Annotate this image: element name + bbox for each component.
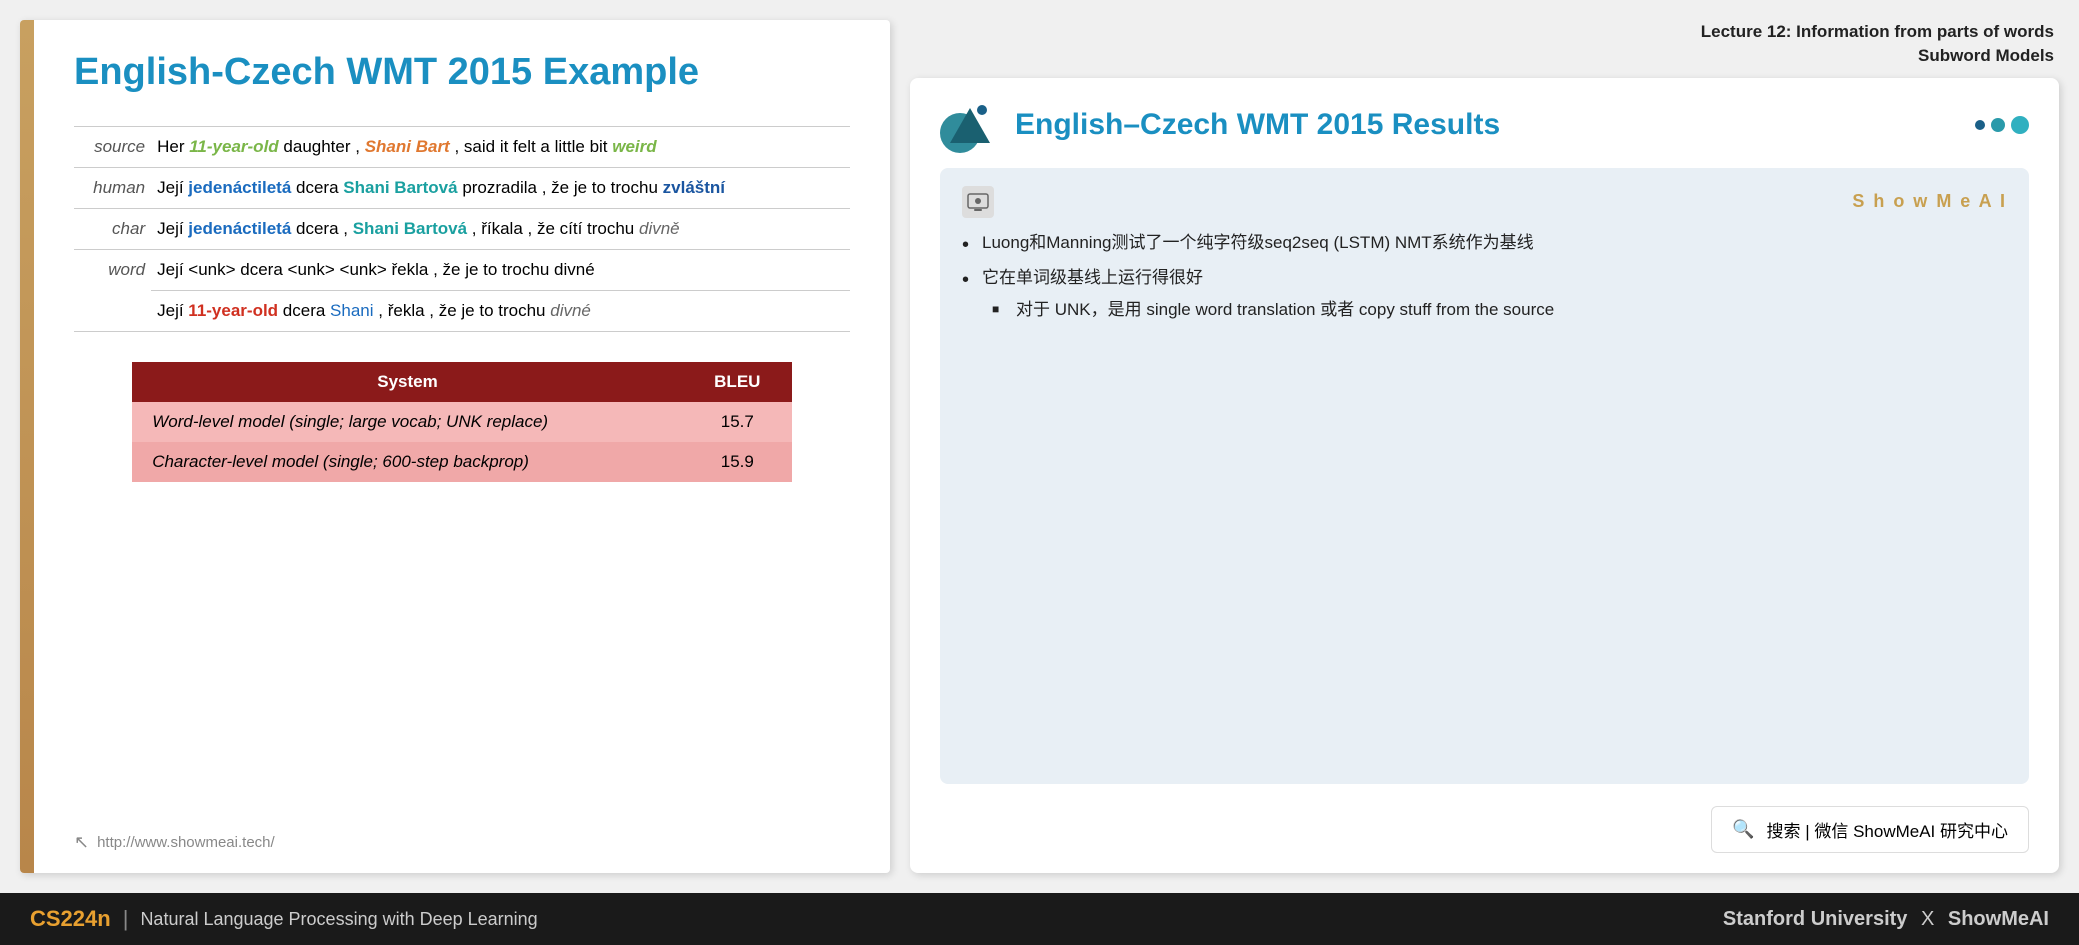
bottom-subtitle: Natural Language Processing with Deep Le…	[140, 909, 537, 930]
row-content-human: Její jedenáctiletá dcera Shani Bartová p…	[151, 167, 850, 208]
col-header-bleu: BLEU	[683, 362, 792, 402]
table-row-word2: Její 11-year-old dcera Shani , řekla , ž…	[74, 290, 850, 331]
bottom-left: CS224n | Natural Language Processing wit…	[30, 906, 538, 932]
dot-teal1	[1991, 118, 2005, 132]
table-row-char-model: Character-level model (single; 600-step …	[132, 442, 792, 482]
system-word-model: Word-level model (single; large vocab; U…	[132, 402, 683, 442]
left-content: English-Czech WMT 2015 Example source He…	[34, 20, 890, 873]
table-header-row: System BLEU	[132, 362, 792, 402]
slide-title: English-Czech WMT 2015 Example	[74, 50, 850, 96]
teal-shani-bartova-human: Shani Bartová	[343, 178, 457, 197]
dot-teal2	[2011, 116, 2029, 134]
showme-brand: S h o w M e A I	[1852, 191, 2007, 212]
bleu-char-model: 15.9	[683, 442, 792, 482]
sub-bullet-text-1: 对于 UNK，是用 single word translation 或者 cop…	[1016, 300, 1554, 319]
table-row-source: source Her 11-year-old daughter , Shani …	[74, 126, 850, 167]
bottom-bar: CS224n | Natural Language Processing wit…	[0, 893, 2079, 945]
italic-divne-char: divně	[639, 219, 680, 238]
row-content-word1: Její <unk> dcera <unk> <unk> řekla , že …	[151, 249, 850, 290]
blue-jedenactiletá-char: jedenáctiletá	[188, 219, 291, 238]
bullet-item-1: Luong和Manning测试了一个纯字符级seq2seq (LSTM) NMT…	[962, 230, 2007, 256]
row-content-source: Her 11-year-old daughter , Shani Bart , …	[151, 126, 850, 167]
system-char-model: Character-level model (single; 600-step …	[132, 442, 683, 482]
green-text-weird: weird	[612, 137, 656, 156]
footer-url: http://www.showmeai.tech/	[97, 834, 275, 851]
teal-shani-bartova-char: Shani Bartová	[353, 219, 467, 238]
orange-text-shanibart: Shani Bart	[365, 137, 450, 156]
lecture-line2: Subword Models	[910, 44, 2054, 68]
slide-header-right: English–Czech WMT 2015 Results	[940, 98, 2029, 153]
search-box-text: 搜索 | 微信 ShowMeAI 研究中心	[1766, 817, 2008, 842]
x-separator: X	[1921, 908, 1940, 930]
right-slide: English–Czech WMT 2015 Results	[910, 78, 2059, 873]
row-content-char: Její jedenáctiletá dcera , Shani Bartová…	[151, 208, 850, 249]
footer-link: ↖ http://www.showmeai.tech/	[74, 822, 850, 853]
results-table-wrapper: System BLEU Word-level model (single; la…	[74, 362, 850, 482]
showme-box: S h o w M e A I Luong和Manning测试了一个纯字符级se…	[940, 168, 2029, 784]
col-header-system: System	[132, 362, 683, 402]
left-panel: English-Czech WMT 2015 Example source He…	[20, 20, 890, 873]
dots-container	[1975, 116, 2029, 134]
cs-label: CS224n	[30, 906, 111, 932]
bullet-item-2: 它在单词级基线上运行得很好 对于 UNK，是用 single word tran…	[962, 265, 2007, 322]
showme-header: S h o w M e A I	[962, 186, 2007, 218]
right-panel: Lecture 12: Information from parts of wo…	[910, 20, 2059, 873]
row-label-word: word	[74, 249, 151, 331]
row-label-char: char	[74, 208, 151, 249]
table-row-word-model: Word-level model (single; large vocab; U…	[132, 402, 792, 442]
italic-divne-word: divné	[550, 301, 591, 320]
dark-blue-zvlastni: zvláštní	[663, 178, 725, 197]
right-slide-title: English–Czech WMT 2015 Results	[1015, 108, 1960, 142]
bullet-text-2: 它在单词级基线上运行得很好	[982, 268, 1203, 287]
lecture-header: Lecture 12: Information from parts of wo…	[910, 20, 2059, 68]
row-content-word2: Její 11-year-old dcera Shani , řekla , ž…	[151, 290, 850, 331]
sub-bullet-list: 对于 UNK，是用 single word translation 或者 cop…	[992, 297, 2007, 323]
bleu-word-model: 15.7	[683, 402, 792, 442]
results-table: System BLEU Word-level model (single; la…	[132, 362, 792, 482]
table-row-human: human Její jedenáctiletá dcera Shani Bar…	[74, 167, 850, 208]
lecture-line1: Lecture 12: Information from parts of wo…	[910, 20, 2054, 44]
separator: |	[123, 906, 129, 932]
table-row-char: char Její jedenáctiletá dcera , Shani Ba…	[74, 208, 850, 249]
bottom-right: Stanford University X ShowMeAI	[1723, 908, 2049, 931]
stanford-text: Stanford University	[1723, 908, 1907, 930]
sub-bullet-item-1: 对于 UNK，是用 single word translation 或者 cop…	[992, 297, 2007, 323]
content-area: English-Czech WMT 2015 Example source He…	[0, 0, 2079, 893]
search-box[interactable]: 🔍 搜索 | 微信 ShowMeAI 研究中心	[1711, 806, 2029, 853]
blue-jedenactiletá-human: jedenáctiletá	[188, 178, 291, 197]
dot-dark	[1975, 120, 1985, 130]
showme-ai-icon	[962, 186, 994, 218]
search-icon: 🔍	[1732, 819, 1754, 840]
main-container: English-Czech WMT 2015 Example source He…	[0, 0, 2079, 945]
showmeai-text: ShowMeAI	[1948, 908, 2049, 930]
row-label-human: human	[74, 167, 151, 208]
bullet-list: Luong和Manning测试了一个纯字符级seq2seq (LSTM) NMT…	[962, 230, 2007, 323]
red-11yearold: 11-year-old	[188, 301, 278, 320]
green-text-11yearold: 11-year-old	[189, 137, 278, 156]
cursor-icon: ↖	[74, 832, 89, 853]
row-label-source: source	[74, 126, 151, 167]
left-border-accent	[20, 20, 34, 873]
bullet-text-1: Luong和Manning测试了一个纯字符级seq2seq (LSTM) NMT…	[982, 233, 1534, 252]
table-row-word1: word Její <unk> dcera <unk> <unk> řekla …	[74, 249, 850, 290]
mountain-icon	[940, 98, 1000, 153]
translation-table: source Her 11-year-old daughter , Shani …	[74, 126, 850, 332]
blue-shani: Shani	[330, 301, 373, 320]
